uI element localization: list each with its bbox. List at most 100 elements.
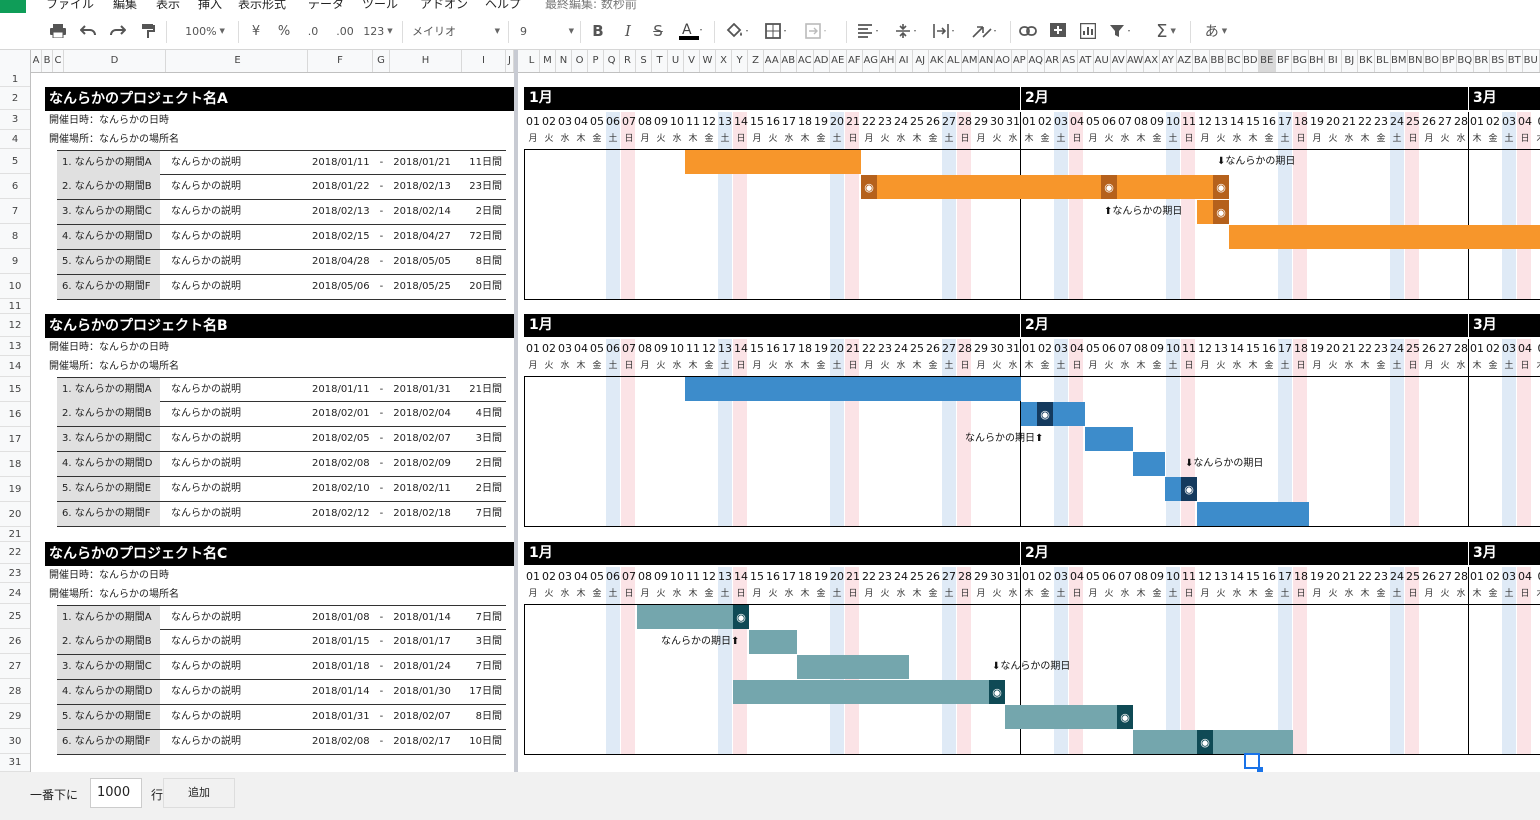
number-format-select[interactable]: 123 ▼	[362, 13, 394, 49]
row-header-cell[interactable]: 19	[0, 477, 30, 502]
text-rotation-icon[interactable]	[968, 13, 1002, 49]
row-header-cell[interactable]: 25	[0, 604, 30, 629]
insert-link-icon[interactable]	[1018, 13, 1038, 49]
milestone-marker-icon[interactable]: ◉	[733, 605, 749, 629]
column-header-cell[interactable]: BL	[1375, 50, 1391, 72]
column-header-cell[interactable]: J	[506, 50, 514, 72]
column-header-cell[interactable]: AW	[1127, 50, 1144, 72]
menu-help[interactable]: ヘルプ	[485, 0, 521, 12]
select-all-corner[interactable]	[0, 50, 31, 72]
column-header-cell[interactable]: BE	[1259, 50, 1276, 72]
column-header-cell[interactable]: BF	[1276, 50, 1292, 72]
print-icon[interactable]	[48, 13, 68, 49]
rows-count-input[interactable]: 1000	[90, 778, 142, 808]
gantt-bar[interactable]	[1197, 502, 1309, 526]
column-header-cell[interactable]: Z	[748, 50, 764, 72]
row-header-cell[interactable]: 6	[0, 174, 30, 199]
row-header-cell[interactable]: 30	[0, 729, 30, 754]
gantt-bar[interactable]	[797, 655, 909, 679]
row-header-cell[interactable]: 9	[0, 249, 30, 274]
column-header-cell[interactable]: BI	[1325, 50, 1342, 72]
column-header-cell[interactable]: BU	[1523, 50, 1540, 72]
column-header-cell[interactable]: D	[64, 50, 166, 72]
menu-tools[interactable]: ツール	[362, 0, 398, 12]
row-header-cell[interactable]: 12	[0, 314, 30, 337]
column-header-cell[interactable]: BR	[1474, 50, 1490, 72]
column-header-cell[interactable]: BJ	[1342, 50, 1358, 72]
milestone-marker-icon[interactable]: ◉	[1213, 175, 1229, 199]
milestone-marker-icon[interactable]: ◉	[1197, 730, 1213, 754]
borders-icon[interactable]	[762, 13, 792, 49]
row-header-cell[interactable]: 27	[0, 654, 30, 679]
column-header-cell[interactable]: V	[684, 50, 700, 72]
menu-addons[interactable]: アドオン	[420, 0, 468, 12]
column-header-cell[interactable]: T	[652, 50, 668, 72]
menu-insert[interactable]: 挿入	[198, 0, 222, 12]
column-header-cell[interactable]: BD	[1243, 50, 1259, 72]
column-header-cell[interactable]: Y	[732, 50, 748, 72]
column-header-cell[interactable]: AV	[1111, 50, 1127, 72]
undo-icon[interactable]	[78, 13, 98, 49]
column-header-cell[interactable]: AZ	[1177, 50, 1193, 72]
row-header-cell[interactable]: 26	[0, 629, 30, 654]
sheet-grid[interactable]: なんらかのプロジェクト名A 開催日時：なんらかの日時 開催場所：なんらかの場所名 1.…	[31, 72, 1540, 772]
row-header-cell[interactable]: 10	[0, 274, 30, 299]
row-header-cell[interactable]: 16	[0, 402, 30, 427]
decrease-decimal-button[interactable]: .0	[302, 13, 324, 49]
menu-view[interactable]: 表示	[156, 0, 180, 12]
gantt-bar[interactable]	[733, 680, 1005, 704]
column-header-cell[interactable]: F	[308, 50, 373, 72]
column-header-cell[interactable]: AK	[929, 50, 946, 72]
column-header-cell[interactable]: BA	[1193, 50, 1210, 72]
last-edit-status[interactable]: 最終編集: 数秒前	[545, 0, 637, 12]
column-header-cell[interactable]: W	[700, 50, 716, 72]
column-header-cell[interactable]: BG	[1292, 50, 1309, 72]
column-header-cell[interactable]: AJ	[913, 50, 929, 72]
column-header-cell[interactable]: BB	[1210, 50, 1226, 72]
column-header-cell[interactable]: BQ	[1457, 50, 1474, 72]
column-header-cell[interactable]: O	[572, 50, 588, 72]
column-header-cell[interactable]: BK	[1358, 50, 1375, 72]
sheets-logo-icon[interactable]	[0, 0, 26, 13]
row-header-cell[interactable]: 2	[0, 87, 30, 110]
column-header-cell[interactable]: B	[42, 50, 53, 72]
menu-file[interactable]: ファイル	[46, 0, 94, 12]
row-header-cell[interactable]: 15	[0, 377, 30, 402]
column-header-cell[interactable]: BC	[1226, 50, 1243, 72]
row-header-cell[interactable]: 22	[0, 542, 30, 564]
column-header-cell[interactable]: AR	[1045, 50, 1061, 72]
row-header-cell[interactable]: 11	[0, 299, 30, 314]
column-header-cell[interactable]: AG	[863, 50, 880, 72]
vertical-align-icon[interactable]	[892, 13, 922, 49]
milestone-marker-icon[interactable]: ◉	[1213, 200, 1229, 224]
zoom-select[interactable]: 100% ▼	[176, 13, 234, 49]
row-header-cell[interactable]: 18	[0, 452, 30, 477]
bold-icon[interactable]: B	[588, 13, 608, 49]
input-tools-button[interactable]: あ ▼	[1198, 13, 1234, 49]
gantt-bar[interactable]	[749, 630, 797, 654]
add-rows-button[interactable]: 追加	[163, 778, 235, 808]
column-header-cell[interactable]: L	[524, 50, 540, 72]
row-header-cell[interactable]: 21	[0, 527, 30, 542]
row-header-cell[interactable]: 1	[0, 72, 30, 87]
column-header-cell[interactable]: P	[588, 50, 604, 72]
milestone-marker-icon[interactable]: ◉	[861, 175, 877, 199]
column-header-cell[interactable]: AE	[830, 50, 847, 72]
row-header-cell[interactable]: 23	[0, 564, 30, 583]
row-header-cell[interactable]: 7	[0, 199, 30, 224]
column-header-cell[interactable]: Q	[604, 50, 620, 72]
gantt-bar[interactable]	[1133, 730, 1293, 754]
frozen-columns-divider[interactable]	[514, 50, 518, 820]
column-header-cell[interactable]: AA	[764, 50, 781, 72]
column-header-cell[interactable]: AC	[797, 50, 814, 72]
column-header-cell[interactable]: AT	[1078, 50, 1094, 72]
row-header-cell[interactable]: 4	[0, 130, 30, 149]
gantt-bar[interactable]	[685, 150, 861, 174]
filter-icon[interactable]	[1106, 13, 1136, 49]
font-size-select[interactable]: 9 ▼	[520, 13, 574, 49]
row-header-cell[interactable]: 5	[0, 149, 30, 174]
row-header-cell[interactable]: 8	[0, 224, 30, 249]
column-header-cell[interactable]: N	[556, 50, 572, 72]
column-header-cell[interactable]: M	[540, 50, 556, 72]
column-header-cell[interactable]: C	[53, 50, 64, 72]
